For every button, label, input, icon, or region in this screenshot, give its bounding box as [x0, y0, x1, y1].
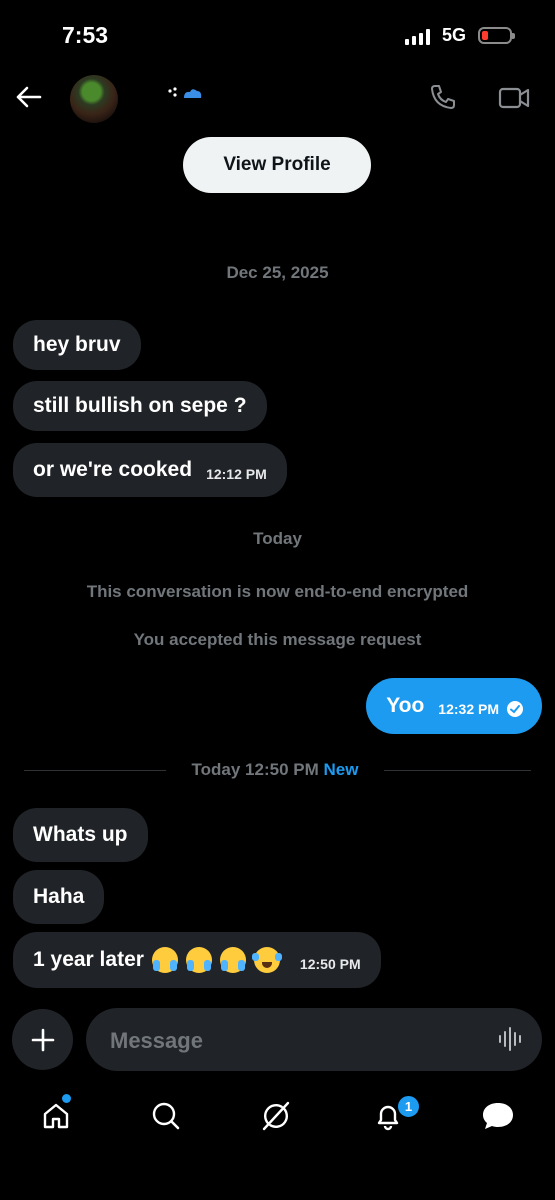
plus-icon: [31, 1028, 54, 1051]
divider-line: [24, 770, 166, 771]
message-bubble-incoming[interactable]: 1 year later 12:50 PM: [13, 932, 381, 988]
home-unread-dot: [62, 1094, 71, 1103]
voice-message-button[interactable]: [496, 1024, 526, 1054]
video-camera-icon: [498, 87, 530, 109]
message-timestamp: 12:50 PM: [299, 956, 361, 972]
crying-face-emoji: [151, 947, 178, 973]
add-attachment-button[interactable]: [12, 1009, 73, 1070]
message-bubble-incoming[interactable]: still bullish on sepe ?: [13, 381, 267, 431]
video-call-button[interactable]: [494, 80, 534, 116]
new-label: New: [323, 760, 359, 779]
name-emoji-icon: [168, 87, 202, 98]
message-text: or we're cooked: [33, 458, 193, 481]
status-time: 7:53: [62, 22, 109, 48]
message-text: still bullish on sepe ?: [33, 394, 247, 417]
divider-line: [384, 770, 531, 771]
message-timestamp: 12:12 PM: [206, 466, 267, 482]
tears-of-joy-emoji: [251, 947, 282, 973]
battery-icon: [478, 27, 515, 44]
message-bubble-incoming[interactable]: Whats up: [13, 808, 148, 862]
date-separator: Dec 25, 2025: [226, 263, 329, 282]
message-timestamp: 12:32 PM: [438, 701, 499, 717]
grok-icon: [262, 1101, 290, 1131]
messages-icon: [483, 1103, 513, 1129]
display-name: [166, 86, 204, 100]
date-separator: Today: [253, 529, 302, 548]
message-text: 1 year later: [33, 948, 144, 971]
phone-icon: [431, 85, 455, 109]
message-text: Yoo: [386, 694, 425, 717]
check-circle-icon: [507, 701, 523, 717]
arrow-left-icon: [16, 86, 42, 108]
system-message: This conversation is now end-to-end encr…: [86, 582, 469, 601]
message-input[interactable]: [108, 1008, 472, 1073]
view-profile-button[interactable]: View Profile: [183, 137, 371, 193]
back-button[interactable]: [12, 80, 46, 114]
system-message: You accepted this message request: [133, 630, 422, 649]
message-composer[interactable]: [86, 1008, 542, 1073]
divider-time: Today 12:50 PM: [191, 760, 319, 779]
signal-icon: [405, 29, 430, 45]
crying-face-emoji: [219, 947, 246, 973]
message-text: Whats up: [33, 823, 128, 846]
crying-face-emoji: [185, 947, 212, 973]
call-button[interactable]: [426, 80, 460, 114]
waveform-icon: [499, 1027, 521, 1051]
message-bubble-incoming[interactable]: hey bruv: [13, 320, 141, 370]
message-bubble-incoming[interactable]: or we're cooked 12:12 PM: [13, 443, 287, 497]
message-bubble-outgoing[interactable]: Yoo 12:32 PM: [366, 678, 542, 734]
message-bubble-incoming[interactable]: Haha: [13, 870, 105, 924]
search-icon: [152, 1102, 180, 1130]
message-text: hey bruv: [33, 333, 121, 356]
nav-grok[interactable]: [256, 1096, 296, 1136]
nav-home[interactable]: [36, 1096, 76, 1136]
notification-badge: 1: [396, 1094, 421, 1119]
home-icon: [43, 1103, 69, 1129]
nav-messages[interactable]: [478, 1096, 518, 1136]
network-label: 5G: [442, 25, 467, 45]
new-messages-divider: Today 12:50 PM New: [166, 760, 384, 780]
nav-search[interactable]: [146, 1096, 186, 1136]
message-text: Haha: [33, 885, 85, 908]
avatar[interactable]: [70, 75, 118, 123]
